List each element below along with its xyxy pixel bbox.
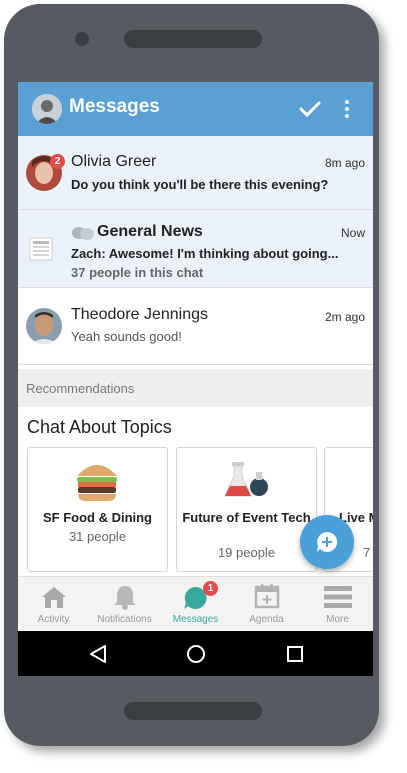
nav-item-agenda[interactable]: Agenda — [231, 577, 302, 632]
topic-label: SF Food & Dining — [42, 510, 153, 525]
home-circle-icon[interactable] — [186, 644, 206, 664]
home-icon — [42, 587, 66, 608]
recommendations-header: Recommendations — [18, 369, 373, 407]
contact-name: Theodore Jennings — [71, 306, 208, 323]
bell-icon — [114, 586, 136, 610]
nav-item-more[interactable]: More — [302, 577, 373, 632]
message-time: 2m ago — [324, 310, 365, 324]
message-preview: Zach: Awesome! I'm thinking about going.… — [71, 246, 339, 261]
app-header: Messages — [18, 82, 373, 136]
nav-label: More — [326, 614, 349, 625]
topics-title: Chat About Topics — [27, 417, 172, 437]
message-row[interactable]: General News Now Zach: Awesome! I'm thin… — [18, 210, 373, 288]
message-preview: Do you think you'll be there this evenin… — [71, 177, 329, 192]
messages-badge: 1 — [203, 581, 218, 596]
nav-item-activity[interactable]: Activity — [18, 577, 89, 632]
section-label: Recommendations — [26, 381, 135, 396]
topic-count: 19 people — [217, 545, 276, 560]
nav-label: Messages — [172, 614, 219, 625]
page-title: Messages — [69, 96, 160, 117]
message-time: 8m ago — [324, 156, 365, 170]
bottom-nav: Activity Notifications 1 Messages Agenda… — [18, 576, 373, 632]
topic-card[interactable]: Future of Event Tech 19 people — [176, 447, 317, 572]
menu-icon — [324, 586, 352, 608]
message-row[interactable]: Theodore Jennings 2m ago Yeah sounds goo… — [18, 288, 373, 365]
participant-count: 37 people in this chat — [71, 265, 204, 280]
topic-count: 31 people — [68, 529, 127, 544]
system-nav-bar — [18, 631, 373, 676]
calendar-icon — [254, 584, 280, 609]
message-row[interactable]: 2 Olivia Greer 8m ago Do you think you'l… — [18, 136, 373, 210]
recents-icon[interactable] — [286, 645, 304, 663]
check-icon[interactable] — [298, 97, 322, 121]
more-vert-icon[interactable] — [340, 98, 354, 120]
newspaper-icon — [29, 237, 53, 261]
nav-label: Agenda — [249, 614, 284, 625]
nav-label: Notifications — [97, 614, 152, 625]
bottom-speaker — [124, 702, 262, 720]
new-chat-button[interactable] — [300, 515, 354, 569]
topic-label: Future of Event Tech — [182, 510, 311, 525]
new-chat-icon — [317, 531, 338, 552]
topic-card[interactable]: SF Food & Dining 31 people — [27, 447, 168, 572]
topic-count: 7 — [363, 545, 371, 560]
avatar — [26, 308, 62, 344]
contact-name: Olivia Greer — [71, 153, 157, 170]
chat-name: General News — [97, 223, 203, 240]
app-screen: Messages 2 Olivia Greer 8m ago Do you th… — [18, 82, 373, 676]
message-time: Now — [340, 226, 365, 240]
phone-frame: Messages 2 Olivia Greer 8m ago Do you th… — [4, 4, 379, 746]
nav-item-messages[interactable]: 1 Messages — [160, 577, 231, 632]
camera-icon — [75, 32, 89, 46]
nav-label: Activity — [37, 614, 70, 625]
back-icon[interactable] — [89, 644, 107, 664]
flask-icon — [225, 462, 268, 497]
earpiece-speaker — [124, 30, 262, 48]
nav-item-notifications[interactable]: Notifications — [89, 577, 160, 632]
burger-icon — [77, 465, 117, 501]
user-avatar[interactable] — [32, 94, 62, 124]
message-preview: Yeah sounds good! — [71, 329, 182, 344]
group-chat-icon — [72, 227, 94, 240]
unread-badge: 2 — [50, 154, 65, 169]
